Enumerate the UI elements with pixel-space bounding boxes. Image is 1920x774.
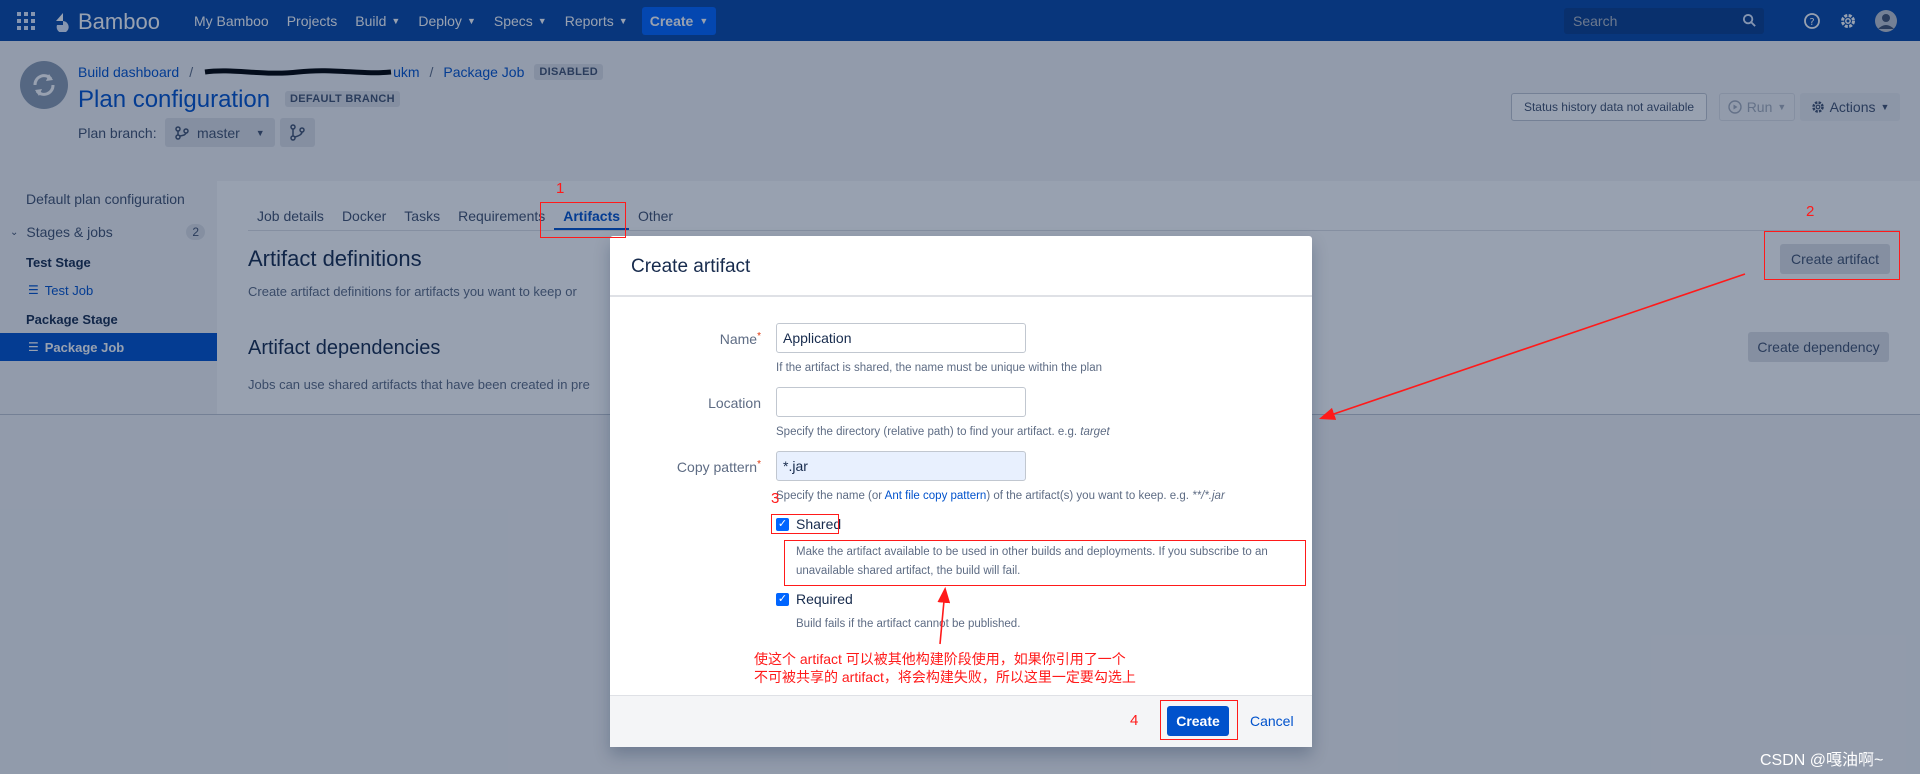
- annotation-arrow-to-shared-help: [937, 586, 951, 645]
- annotation-arrows: [937, 273, 1746, 645]
- annotation-arrow-to-dialog: [1318, 273, 1746, 420]
- watermark: CSDN @嘎油啊~: [1760, 752, 1884, 769]
